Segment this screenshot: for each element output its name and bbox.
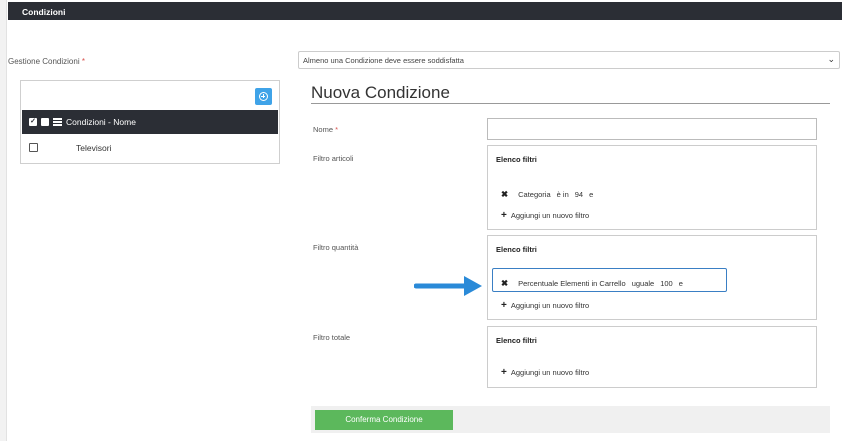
remove-filter-icon[interactable]: ✖ [501,278,508,288]
add-filter-link[interactable]: + Aggiungi un nuovo filtro [501,367,589,378]
checkbox-checked-icon[interactable]: ✓ [29,118,37,126]
tree-item-condizioni-nome[interactable]: ✓ Condizioni - Nome [22,110,278,134]
add-condition-button[interactable] [255,88,272,105]
filter-item: ✖ Percentuale Elementi in Carrello uguale 1… [501,278,683,288]
section-header: Condizioni [8,2,842,20]
arrow-right-icon [414,276,482,296]
tree-item-televisori[interactable]: Televisori [22,140,278,160]
checkbox-icon[interactable] [29,143,38,152]
filter-list-header: Elenco filtri [496,336,537,345]
filtro-totale-box: Elenco filtri + Aggiungi un nuovo filtro [487,326,817,388]
gestione-condizioni-select[interactable]: Almeno una Condizione deve essere soddis… [298,51,840,69]
filtro-totale-label: Filtro totale [313,333,351,342]
left-strip [0,0,7,441]
filter-list-header: Elenco filtri [496,155,537,164]
section-title: Condizioni [22,7,66,17]
add-filter-link[interactable]: + Aggiungi un nuovo filtro [501,210,589,221]
plus-icon: + [501,300,507,311]
list-icon [53,118,62,126]
chevron-down-icon: ⌄ [827,54,835,64]
tree-item-label: Condizioni - Nome [66,117,136,127]
form-title: Nuova Condizione [311,83,450,102]
gestione-condizioni-value: Almeno una Condizione deve essere soddis… [303,56,464,65]
filter-item: ✖ Categoria è in 94 e [501,189,594,199]
remove-filter-icon[interactable]: ✖ [501,189,508,199]
required-marker: * [81,57,85,66]
nome-label: Nome * [313,125,339,134]
confirm-condition-button[interactable]: Conferma Condizione [315,410,453,430]
conditions-tree: ✓ Condizioni - Nome Televisori [20,80,280,164]
plus-icon: + [501,210,507,221]
filtro-articoli-label: Filtro articoli [313,154,354,163]
form-footer: Conferma Condizione [311,406,830,433]
required-marker: * [335,125,339,134]
nome-input[interactable] [487,118,817,140]
filtro-quantita-label: Filtro quantità [313,243,359,252]
filter-list-header: Elenco filtri [496,245,537,254]
title-divider [311,103,830,104]
filtro-articoli-box: Elenco filtri ✖ Categoria è in 94 e + Aggiung… [487,145,817,230]
checkbox-icon[interactable] [41,118,49,126]
plus-icon: + [501,367,507,378]
tree-item-label: Televisori [76,143,112,153]
add-filter-link[interactable]: + Aggiungi un nuovo filtro [501,300,589,311]
gestione-condizioni-label: Gestione Condizioni * [8,57,85,66]
plus-circle-icon [259,92,268,101]
filtro-quantita-box: Elenco filtri ✖ Percentuale Elementi in C… [487,235,817,320]
